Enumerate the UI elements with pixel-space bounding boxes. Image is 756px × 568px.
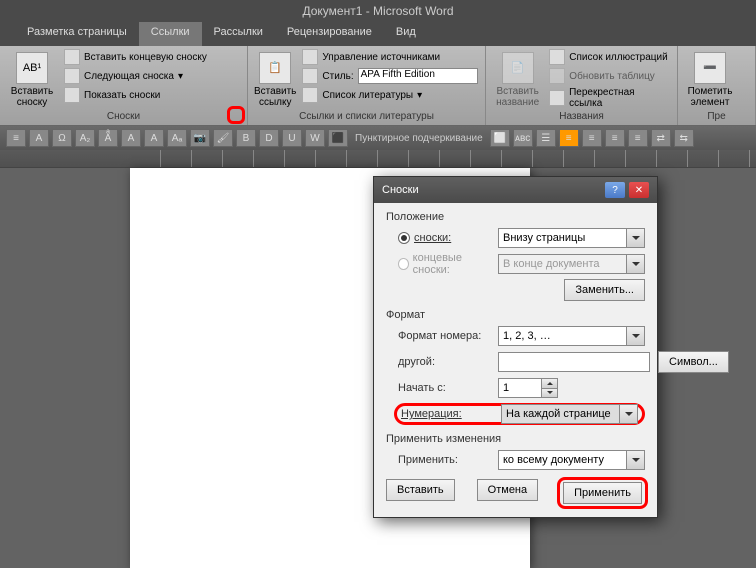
chevron-down-icon xyxy=(626,229,644,247)
number-format-select[interactable]: 1, 2, 3, … xyxy=(498,326,645,346)
window-titlebar: Документ1 - Microsoft Word xyxy=(0,0,756,22)
qt-btn-14[interactable]: W xyxy=(305,129,325,147)
show-notes-icon xyxy=(64,87,80,103)
qt-btn-6[interactable]: A xyxy=(121,129,141,147)
help-button[interactable]: ? xyxy=(605,182,625,198)
qt-btn-11[interactable]: B xyxy=(236,129,256,147)
qt-align-justify[interactable]: ≡ xyxy=(628,129,648,147)
qt-btn-24[interactable]: ⇆ xyxy=(674,129,694,147)
tab-view[interactable]: Вид xyxy=(384,22,428,46)
tab-mailings[interactable]: Рассылки xyxy=(202,22,275,46)
qt-btn-23[interactable]: ⇄ xyxy=(651,129,671,147)
endnotes-radio[interactable] xyxy=(398,258,409,270)
style-select[interactable]: APA Fifth Edition xyxy=(358,68,478,84)
change-button[interactable]: Заменить... xyxy=(564,279,645,301)
qt-btn-5[interactable]: Aͣ xyxy=(98,129,118,147)
insert-caption-button[interactable]: 📄 Вставить название xyxy=(492,48,543,111)
apply-legend: Применить изменения xyxy=(386,433,645,445)
horizontal-ruler[interactable] xyxy=(0,150,756,168)
chevron-down-icon xyxy=(619,405,637,423)
insert-citation-button[interactable]: 📋 Вставить ссылку xyxy=(254,48,296,111)
start-at-spinner[interactable]: 1 xyxy=(498,378,558,398)
chevron-down-icon xyxy=(626,327,644,345)
bibliography-icon xyxy=(302,87,318,103)
custom-mark-input[interactable] xyxy=(498,352,650,372)
citation-icon: 📋 xyxy=(259,52,291,84)
qt-align-center[interactable]: ≡ xyxy=(582,129,602,147)
insert-footnote-button[interactable]: AB¹ Вставить сноску xyxy=(6,48,58,111)
citations-group-label: Ссылки и списки литературы xyxy=(254,111,479,123)
chevron-down-icon: ▾ xyxy=(417,90,422,101)
tab-references[interactable]: Ссылки xyxy=(139,22,202,46)
numbering-select[interactable]: На каждой странице xyxy=(501,404,638,424)
tab-page-layout[interactable]: Разметка страницы xyxy=(15,22,139,46)
cross-reference-button[interactable]: Перекрестная ссылка xyxy=(547,86,671,110)
chevron-down-icon xyxy=(626,451,644,469)
quick-toolbar: ≡ A Ω A₂ Aͣ A A Aₐ 📷 🖌 B D U W ⬛ Пунктир… xyxy=(0,126,756,150)
apply-to-select[interactable]: ко всему документу xyxy=(498,450,645,470)
qt-btn-9[interactable]: 📷 xyxy=(190,129,210,147)
chevron-down-icon: ▾ xyxy=(178,71,183,82)
qt-btn-15[interactable]: ⬛ xyxy=(328,129,348,147)
qt-btn-4[interactable]: A₂ xyxy=(75,129,95,147)
footnotes-location-select[interactable]: Внизу страницы xyxy=(498,228,645,248)
endnote-icon xyxy=(64,49,80,65)
qt-btn-17[interactable]: ᴀʙᴄ xyxy=(513,129,533,147)
manage-sources-icon xyxy=(302,49,318,65)
cancel-button[interactable]: Отмена xyxy=(477,479,538,501)
qt-btn-7[interactable]: A xyxy=(144,129,164,147)
qt-btn-8[interactable]: Aₐ xyxy=(167,129,187,147)
tof-icon xyxy=(549,49,565,65)
footnote-dialog: Сноски ? ✕ Положение сноски: Внизу стран… xyxy=(373,176,658,518)
spinner-up[interactable] xyxy=(541,379,557,389)
dialog-title-text: Сноски xyxy=(382,184,605,196)
qt-btn-3[interactable]: Ω xyxy=(52,129,72,147)
manage-sources-button[interactable]: Управление источниками xyxy=(300,48,479,66)
next-footnote-icon xyxy=(64,68,80,84)
footnotes-radio[interactable] xyxy=(398,232,410,244)
format-legend: Формат xyxy=(386,309,645,321)
chevron-down-icon xyxy=(626,255,644,273)
qt-underline-label: Пунктирное подчеркивание xyxy=(355,133,483,144)
qt-btn-18[interactable]: ☰ xyxy=(536,129,556,147)
crossref-icon xyxy=(549,90,565,106)
qt-btn-16[interactable]: ⬜ xyxy=(490,129,510,147)
qt-align-right[interactable]: ≡ xyxy=(605,129,625,147)
position-legend: Положение xyxy=(386,211,645,223)
style-icon xyxy=(302,68,318,84)
index-group-label: Пре xyxy=(684,111,749,123)
qt-btn-13[interactable]: U xyxy=(282,129,302,147)
qt-align-left[interactable]: ≡ xyxy=(559,129,579,147)
dialog-titlebar[interactable]: Сноски ? ✕ xyxy=(374,177,657,203)
mark-entry-button[interactable]: ➖ Пометить элемент xyxy=(684,48,736,111)
mark-entry-icon: ➖ xyxy=(694,52,726,84)
next-footnote-button[interactable]: Следующая сноска▾ xyxy=(62,67,209,85)
insert-endnote-button[interactable]: Вставить концевую сноску xyxy=(62,48,209,66)
update-icon xyxy=(549,68,565,84)
qt-btn-12[interactable]: D xyxy=(259,129,279,147)
qt-btn-1[interactable]: ≡ xyxy=(6,129,26,147)
table-of-figures-button[interactable]: Список иллюстраций xyxy=(547,48,671,66)
style-select-row: Стиль:APA Fifth Edition xyxy=(300,67,479,85)
dialog-launcher-highlight[interactable] xyxy=(227,106,245,124)
spinner-down[interactable] xyxy=(541,389,557,398)
ribbon-tabs: Разметка страницы Ссылки Рассылки Реценз… xyxy=(0,22,756,46)
tab-review[interactable]: Рецензирование xyxy=(275,22,384,46)
captions-group-label: Названия xyxy=(492,111,671,123)
ribbon: AB¹ Вставить сноску Вставить концевую сн… xyxy=(0,46,756,126)
bibliography-button[interactable]: Список литературы▾ xyxy=(300,86,479,104)
caption-icon: 📄 xyxy=(502,52,534,84)
footnotes-group-label: Сноски xyxy=(6,111,241,123)
show-notes-button[interactable]: Показать сноски xyxy=(62,86,209,104)
symbol-button[interactable]: Символ... xyxy=(658,351,729,373)
qt-btn-10[interactable]: 🖌 xyxy=(213,129,233,147)
update-table-button[interactable]: Обновить таблицу xyxy=(547,67,671,85)
footnote-icon: AB¹ xyxy=(16,52,48,84)
qt-btn-2[interactable]: A xyxy=(29,129,49,147)
insert-button[interactable]: Вставить xyxy=(386,479,455,501)
endnotes-location-select: В конце документа xyxy=(498,254,645,274)
close-button[interactable]: ✕ xyxy=(629,182,649,198)
apply-button[interactable]: Применить xyxy=(563,482,642,504)
